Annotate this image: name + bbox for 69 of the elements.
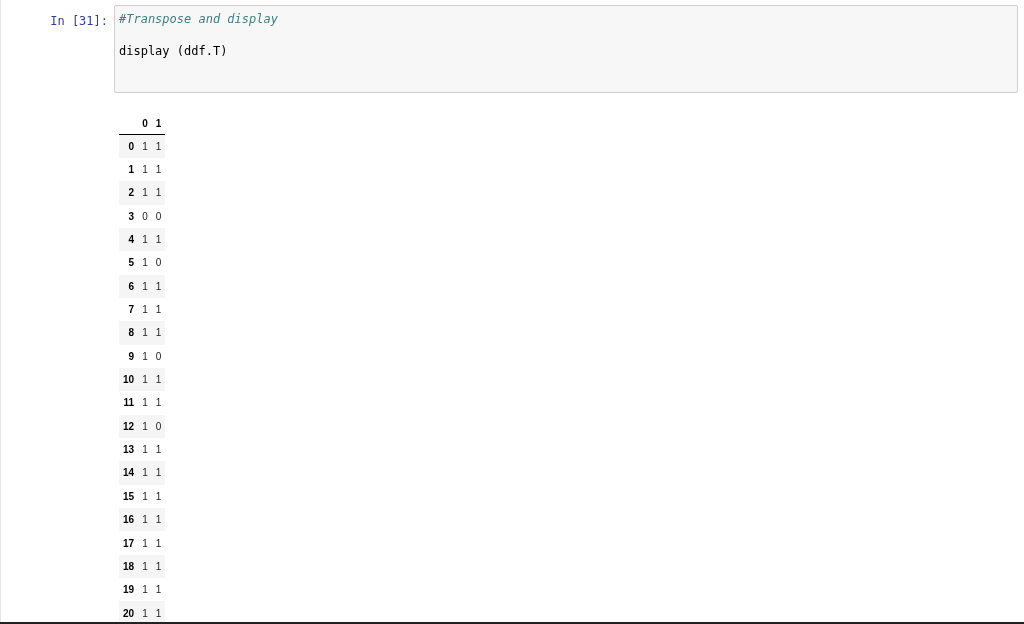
table-cell: 1: [138, 578, 152, 602]
table-cell: 1: [138, 274, 152, 298]
table-cell: 1: [138, 554, 152, 579]
row-index: 3: [119, 204, 139, 228]
table-cell: 1: [151, 578, 166, 602]
row-index: 1: [119, 157, 139, 182]
row-index: 20: [119, 601, 139, 624]
row-index: 6: [119, 274, 139, 298]
column-header: 0: [138, 116, 152, 135]
column-header: 1: [151, 116, 166, 135]
table-cell: 1: [151, 134, 166, 158]
row-index: 14: [119, 461, 139, 485]
table-cell: 1: [151, 461, 166, 485]
table-cell: 0: [138, 204, 152, 228]
table-cell: 0: [151, 251, 166, 275]
code-line: display (ddf.T): [119, 43, 228, 59]
table-cell: 1: [138, 601, 152, 624]
table-cell: 1: [151, 181, 166, 205]
table-cell: 1: [138, 344, 152, 368]
table-cell: 1: [138, 391, 152, 415]
table-cell: 1: [138, 227, 152, 252]
table-cell: 1: [151, 437, 166, 462]
table-cell: 1: [138, 134, 152, 158]
code-editor[interactable]: #Transpose and display display (ddf.T): [114, 5, 1018, 93]
table-cell: 1: [138, 437, 152, 462]
row-index: 8: [119, 321, 139, 345]
table-cell: 1: [151, 321, 166, 345]
row-index: 15: [119, 484, 139, 508]
table-cell: 0: [151, 344, 166, 368]
row-index: 19: [119, 578, 139, 602]
table-cell: 1: [151, 391, 166, 415]
row-index: 0: [119, 134, 139, 158]
table-cell: 1: [138, 484, 152, 508]
row-index: 2: [119, 181, 139, 205]
table-cell: 1: [138, 461, 152, 485]
table-cell: 1: [151, 484, 166, 508]
row-index: 9: [119, 344, 139, 368]
table-cell: 1: [151, 274, 166, 298]
table-cell: 1: [138, 367, 152, 392]
table-cell: 1: [151, 531, 166, 555]
table-cell: 1: [151, 601, 166, 624]
table-cell: 1: [138, 297, 152, 322]
row-index: 12: [119, 414, 139, 438]
table-cell: 1: [151, 367, 166, 392]
table-cell: 1: [138, 414, 152, 438]
table-cell: 1: [151, 227, 166, 252]
table-cell: 0: [151, 204, 166, 228]
row-index: 10: [119, 367, 139, 392]
row-index: 11: [119, 391, 139, 415]
code-comment: #Transpose and display: [119, 11, 278, 27]
row-index: 17: [119, 531, 139, 555]
input-prompt: In [31]:: [49, 13, 109, 30]
table-cell: 1: [138, 531, 152, 555]
row-index: 4: [119, 227, 139, 252]
table-cell: 1: [151, 157, 166, 182]
table-cell: 1: [138, 251, 152, 275]
row-index: 5: [119, 251, 139, 275]
row-index: 7: [119, 297, 139, 322]
table-cell: 1: [138, 181, 152, 205]
table-cell: 1: [138, 508, 152, 532]
row-index: 16: [119, 508, 139, 532]
row-index: 18: [119, 554, 139, 579]
table-cell: 1: [138, 157, 152, 182]
table-cell: 0: [151, 414, 166, 438]
table-cell: 1: [151, 554, 166, 579]
row-index: 13: [119, 437, 139, 462]
table-cell: 1: [138, 321, 152, 345]
table-cell: 1: [151, 508, 166, 532]
table-cell: 1: [151, 297, 166, 322]
